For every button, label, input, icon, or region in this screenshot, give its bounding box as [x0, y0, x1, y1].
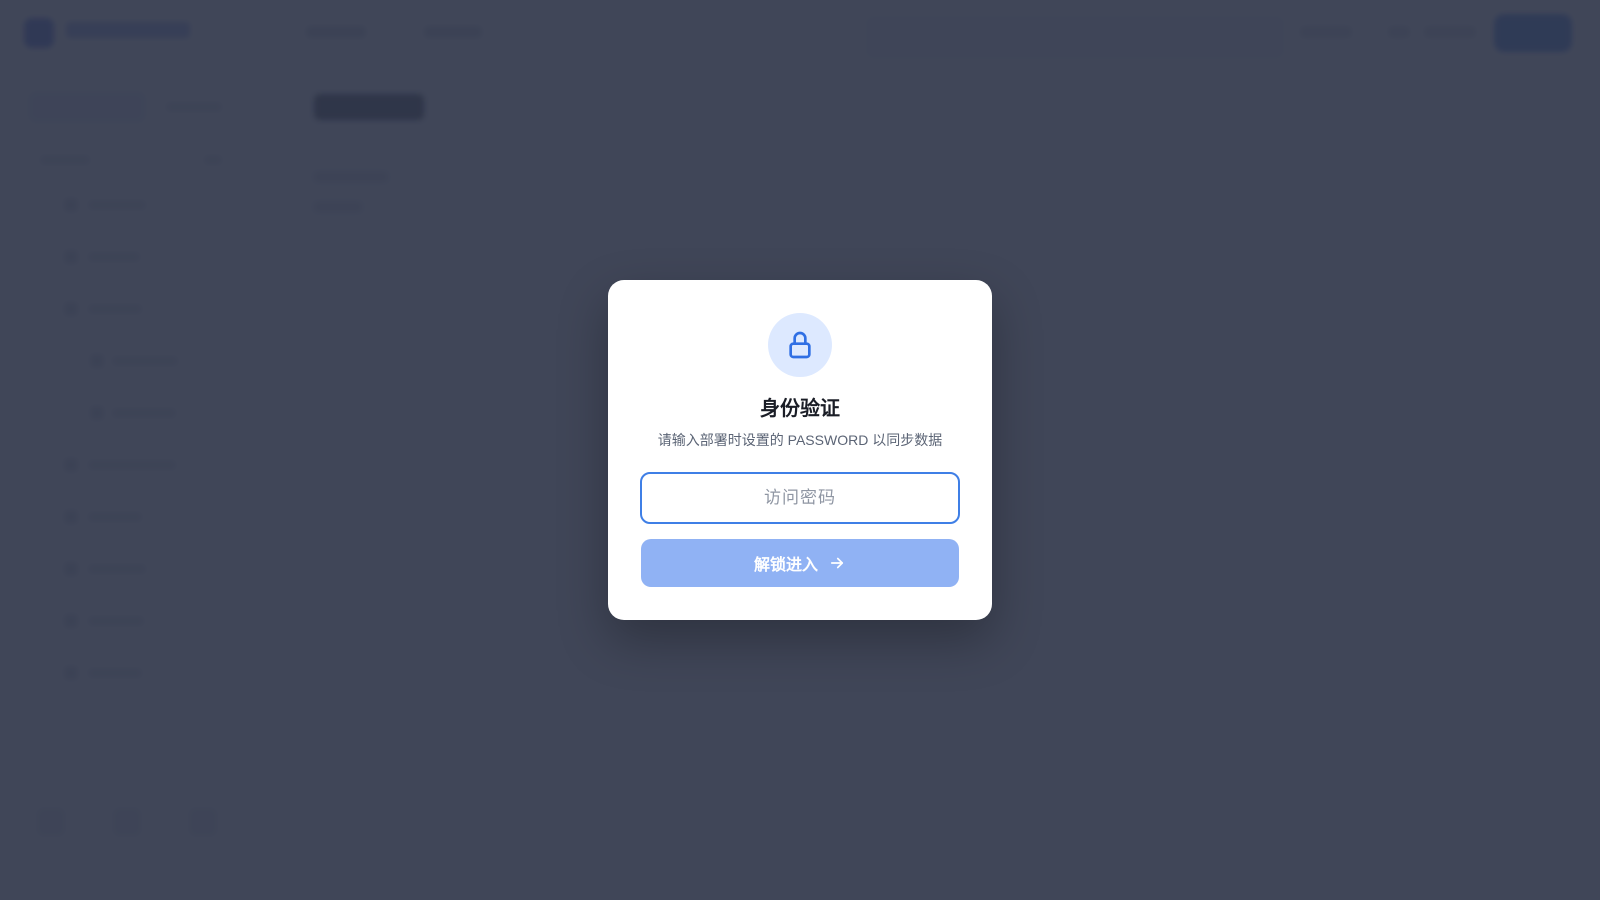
dialog-title: 身份验证: [760, 398, 840, 420]
unlock-button-label: 解锁进入: [753, 557, 818, 574]
arrow-right-icon: [828, 554, 846, 572]
lock-icon: [768, 313, 832, 377]
dialog-subtitle: 请输入部署时设置的 PASSWORD 以同步数据: [657, 432, 943, 448]
auth-dialog: 身份验证 请输入部署时设置的 PASSWORD 以同步数据 解锁进入: [608, 280, 992, 620]
unlock-button[interactable]: 解锁进入: [641, 539, 959, 587]
password-input[interactable]: [640, 472, 960, 524]
